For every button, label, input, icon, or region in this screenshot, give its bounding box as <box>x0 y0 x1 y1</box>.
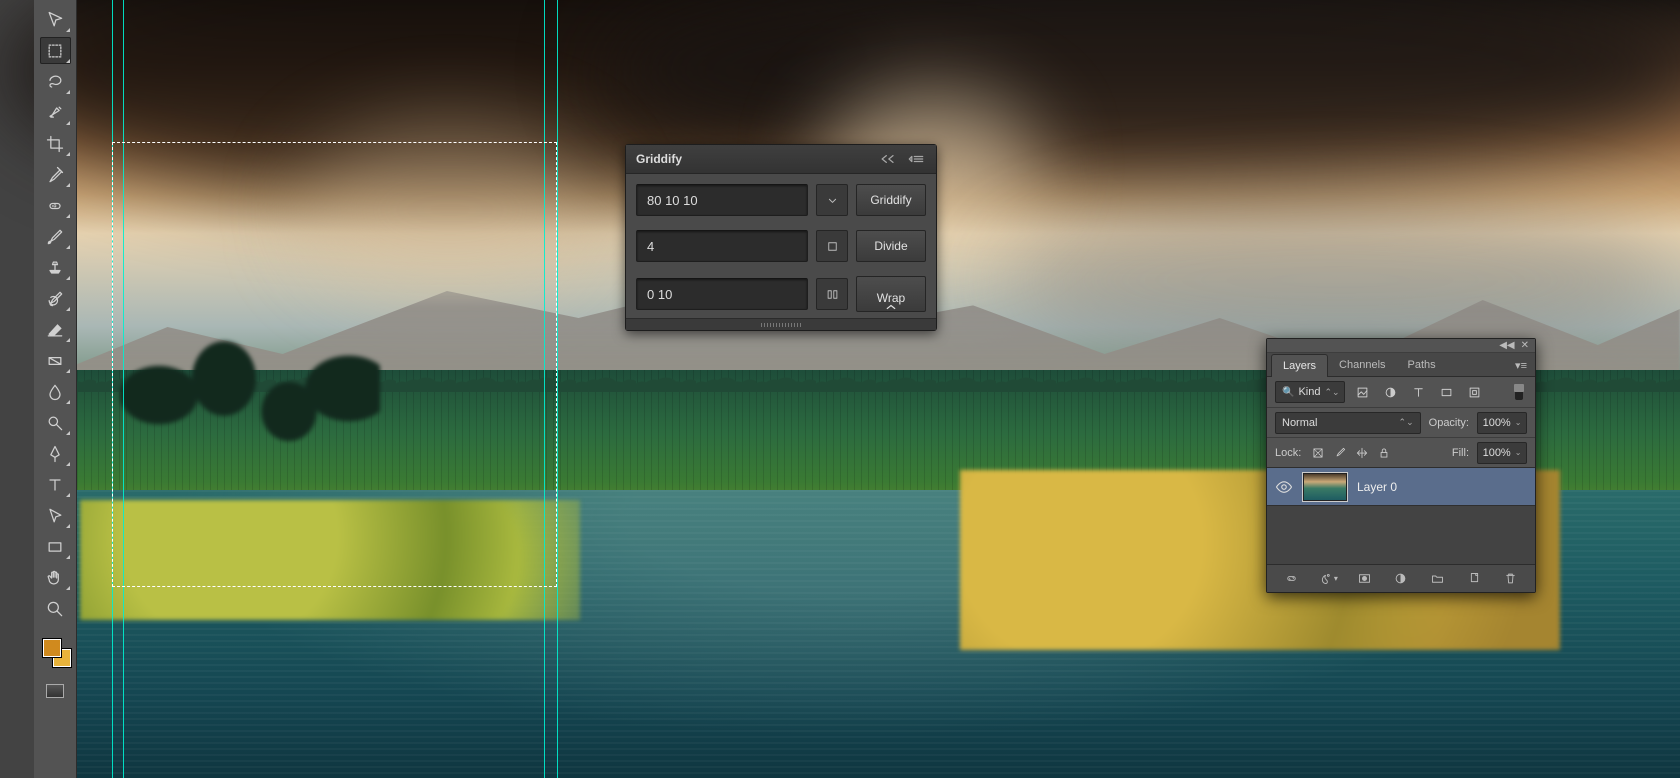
new-layer-icon[interactable] <box>1462 569 1486 589</box>
griddify-values-input[interactable] <box>636 184 808 216</box>
filter-adjustment-icon[interactable] <box>1379 381 1401 403</box>
filter-type-icon[interactable] <box>1407 381 1429 403</box>
zoom-tool[interactable] <box>40 595 71 622</box>
lasso-tool[interactable] <box>40 68 71 95</box>
divide-value-input[interactable] <box>636 230 808 262</box>
griddify-panel: Griddify Griddify Divide Wrap <box>625 144 937 331</box>
filter-toggle[interactable] <box>1511 381 1527 403</box>
spot-healing-brush-tool[interactable] <box>40 192 71 219</box>
collapse-panel-icon[interactable] <box>878 152 898 166</box>
quick-mask-toggle[interactable] <box>40 679 71 703</box>
tools-panel <box>34 0 77 778</box>
filter-pixel-icon[interactable] <box>1351 381 1373 403</box>
layer-row[interactable]: Layer 0 <box>1267 468 1535 506</box>
layers-list: Layer 0 <box>1267 468 1535 564</box>
lock-image-icon[interactable] <box>1331 444 1349 462</box>
gradient-tool[interactable] <box>40 347 71 374</box>
collapse-panel-icon[interactable]: ◀◀ <box>1499 340 1514 351</box>
horizontal-type-tool[interactable] <box>40 471 71 498</box>
search-icon: 🔍 <box>1282 387 1294 398</box>
tab-paths[interactable]: Paths <box>1397 354 1447 376</box>
sky-decoration <box>1000 200 1680 360</box>
visibility-toggle-icon[interactable] <box>1275 478 1293 496</box>
rectangle-tool[interactable] <box>40 533 71 560</box>
foreground-color-swatch[interactable] <box>42 638 62 658</box>
wrap-button[interactable]: Wrap <box>856 276 926 312</box>
divide-bounds-button[interactable] <box>816 230 848 262</box>
layer-name[interactable]: Layer 0 <box>1357 480 1397 494</box>
close-panel-icon[interactable]: ✕ <box>1521 340 1529 351</box>
blend-mode-value: Normal <box>1282 417 1317 429</box>
vertical-guide[interactable] <box>544 0 545 778</box>
chevron-down-icon: ⌄ <box>1515 448 1522 457</box>
tab-layers[interactable]: Layers <box>1271 354 1328 377</box>
layers-panel-footer: ▾ <box>1267 564 1535 592</box>
filter-shape-icon[interactable] <box>1435 381 1457 403</box>
panel-resize-grip[interactable] <box>626 318 936 330</box>
panel-menu-icon[interactable]: ▾≡ <box>1507 355 1535 376</box>
layer-style-icon[interactable]: ▾ <box>1316 569 1340 589</box>
chevron-down-icon: ⌄ <box>1515 418 1522 427</box>
pen-tool[interactable] <box>40 440 71 467</box>
layers-panel: ◀◀ ✕ Layers Channels Paths ▾≡ 🔍 Kind ⌃⌄ … <box>1266 338 1536 593</box>
link-layers-icon[interactable] <box>1279 569 1303 589</box>
hand-tool[interactable] <box>40 564 71 591</box>
wrap-split-button[interactable] <box>816 278 848 310</box>
layer-mask-icon[interactable] <box>1352 569 1376 589</box>
tab-channels[interactable]: Channels <box>1328 354 1396 376</box>
delete-layer-icon[interactable] <box>1499 569 1523 589</box>
vertical-guide[interactable] <box>123 0 124 778</box>
chevron-updown-icon: ⌃⌄ <box>1324 387 1339 398</box>
move-tool[interactable] <box>40 6 71 33</box>
foliage-decoration <box>80 500 580 620</box>
lock-transparency-icon[interactable] <box>1309 444 1327 462</box>
vertical-guide[interactable] <box>557 0 558 778</box>
eraser-tool[interactable] <box>40 316 71 343</box>
panel-title: Griddify <box>636 152 682 166</box>
opacity-input[interactable]: 100% ⌄ <box>1477 412 1527 434</box>
quick-selection-tool[interactable] <box>40 99 71 126</box>
history-brush-tool[interactable] <box>40 285 71 312</box>
clone-stamp-tool[interactable] <box>40 254 71 281</box>
lock-all-icon[interactable] <box>1375 444 1393 462</box>
kind-label: Kind <box>1298 386 1320 398</box>
opacity-value: 100% <box>1483 417 1511 429</box>
layer-filter-kind-dropdown[interactable]: 🔍 Kind ⌃⌄ <box>1275 381 1345 403</box>
panel-header[interactable]: Griddify <box>626 145 936 174</box>
adjustment-layer-icon[interactable] <box>1389 569 1413 589</box>
filter-smartobject-icon[interactable] <box>1463 381 1485 403</box>
fill-value: 100% <box>1483 447 1511 459</box>
chevron-up-icon <box>857 303 925 311</box>
brush-tool[interactable] <box>40 223 71 250</box>
panel-menu-icon[interactable] <box>906 152 926 166</box>
foreground-background-colors[interactable] <box>40 636 71 667</box>
fill-label: Fill: <box>1452 447 1469 459</box>
blend-mode-dropdown[interactable]: Normal ⌃⌄ <box>1275 412 1421 434</box>
path-selection-tool[interactable] <box>40 502 71 529</box>
rectangular-marquee-tool[interactable] <box>40 37 71 64</box>
chevron-updown-icon: ⌃⌄ <box>1399 417 1414 428</box>
opacity-label: Opacity: <box>1429 417 1469 429</box>
fill-input[interactable]: 100% ⌄ <box>1477 442 1527 464</box>
vertical-guide[interactable] <box>112 0 113 778</box>
eyedropper-tool[interactable] <box>40 161 71 188</box>
griddify-button[interactable]: Griddify <box>856 184 926 216</box>
lock-label: Lock: <box>1275 447 1301 459</box>
panel-tabs: Layers Channels Paths ▾≡ <box>1267 353 1535 377</box>
new-group-icon[interactable] <box>1426 569 1450 589</box>
layer-thumbnail[interactable] <box>1303 473 1347 501</box>
crop-tool[interactable] <box>40 130 71 157</box>
wrap-values-input[interactable] <box>636 278 808 310</box>
lock-position-icon[interactable] <box>1353 444 1371 462</box>
griddify-dropdown-button[interactable] <box>816 184 848 216</box>
dodge-tool[interactable] <box>40 409 71 436</box>
divide-button[interactable]: Divide <box>856 230 926 262</box>
blur-tool[interactable] <box>40 378 71 405</box>
